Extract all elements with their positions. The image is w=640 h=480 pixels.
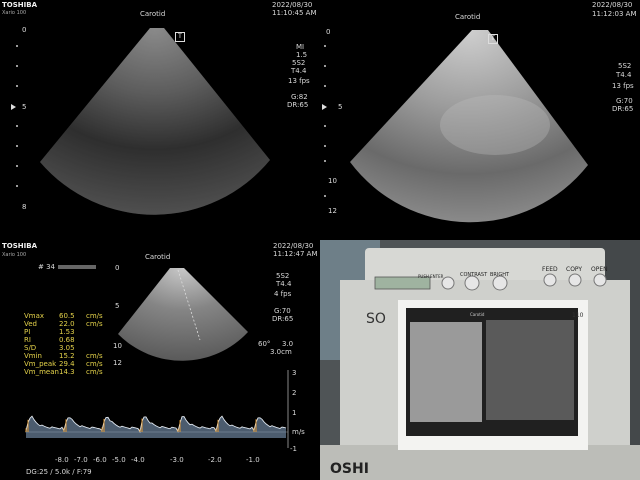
printer-brand-text: SO [366,311,386,327]
scale-label-3: 3 [292,369,297,377]
time-tick: -3.0 [170,456,184,464]
depth-label-0: 0 [115,264,120,272]
side-label: 110 [572,312,584,319]
focus-marker: T [488,34,498,44]
cine-bar [58,265,96,269]
angle-label: 60° [258,340,271,348]
date-label: 2022/08/30 [273,242,314,250]
param-0: 5S2 [618,62,632,70]
scale-unit: m/s [292,428,305,436]
model-label: Xario 100 [2,252,27,258]
param-4: DR:65 [612,105,634,113]
param-0: 5S2 [276,272,290,280]
sector-image [350,30,588,223]
param-1: T4.4 [276,280,292,288]
param-2: 13 fps [612,82,634,90]
printer-button-label: OPEN [591,266,608,273]
bottom-brand-fragment: OSHI [330,461,369,477]
param-2: 5S2 [292,59,306,67]
time-tick: -2.0 [208,456,222,464]
measurement-row: PI 1.53 [24,328,75,336]
exam-title: Carotid [455,13,481,21]
measurement-row: S/D 3.05 [24,344,75,352]
time-label: 11:10:45 AM [272,9,317,17]
model-label: Xario 100 [2,10,27,16]
brand-label: TOSHIBA [2,242,37,250]
printer-button-label: CONTRAST [460,272,488,278]
measurement-row: RI 0.68 [24,336,75,344]
param-1: T4.4 [616,71,632,79]
depth-label-10: 10 [113,342,122,350]
printer-button-label: PUSH ENTER [418,274,444,279]
printer-button-label: BRIGHT [490,272,510,278]
measurement-row: Vm_mean 14.3 cm/s [24,368,103,376]
printer-photo-panel: PUSH ENTER CONTRAST BRIGHT FEED COPY OPE… [320,240,640,480]
param-4: DR:65 [272,315,294,323]
measurement-table: Vmax 60.5 cm/s Ved 22.0 cm/s PI 1.53 RI … [24,312,114,376]
time-tick: -4.0 [131,456,145,464]
date-label: 2022/08/30 [272,1,313,9]
printer-button-label: FEED [542,266,558,273]
focus-arrow-icon [11,104,16,110]
doppler-footer: DG:25 / 5.0k / F:79 [26,468,92,476]
time-tick: -5.0 [112,456,126,464]
focus-marker: T [175,32,185,42]
time-tick: -7.0 [74,456,88,464]
date-label: 2022/08/30 [592,1,633,9]
ultrasound-panel-top-right: 2022/08/30 11:12:03 AM Carotid T 5S2 T4.… [320,0,640,238]
measurement-row: Vmin 15.2 cm/s [24,352,103,360]
depth-label-12: 12 [328,207,337,215]
scale-label-1: 1 [292,409,297,417]
depth-label-5: 5 [22,103,27,111]
measurement-row: Vmax 60.5 cm/s [24,312,103,320]
depth-label-0: 0 [326,28,331,36]
exam-title: Carotid [145,253,171,261]
gate-label: 3.0 [282,340,294,348]
param-3: T4.4 [291,67,307,75]
depth-label-5: 5 [338,103,343,111]
focus-arrow-icon [322,104,327,110]
scale-label-2: 2 [292,389,297,397]
gate-depth-label: 3.0cm [270,348,292,356]
param-0: MI [296,43,305,51]
param-5: G:82 [291,93,308,101]
time-tick: -1.0 [246,456,260,464]
depth-label-8: 8 [22,203,27,211]
ultrasound-panel-top-left: TOSHIBA Xario 100 Carotid 2022/08/30 11:… [0,0,318,238]
scale-label-neg1: -1 [290,445,297,453]
ultrasound-panel-bottom-left: TOSHIBA Xario 100 Carotid 2022/08/30 11:… [0,240,318,480]
measurement-row: Ved 22.0 cm/s [24,320,103,328]
sector-image [40,28,270,215]
exam-title: Carotid [140,10,166,18]
brand-label: TOSHIBA [2,1,37,9]
param-2: 4 fps [274,290,292,298]
param-3: G:70 [616,97,633,105]
time-label: 11:12:03 AM [592,10,637,18]
depth-label-0: 0 [22,26,27,34]
depth-label-12: 12 [113,359,122,367]
param-1: 1.5 [296,51,308,59]
depth-label-10: 10 [328,177,337,185]
measurement-row: Vm_peak 29.4 cm/s [24,360,103,368]
time-tick: -6.0 [93,456,107,464]
depth-label-5: 5 [115,302,120,310]
frame-counter: # 34 [38,263,55,271]
time-label: 11:12:47 AM [273,250,318,258]
param-6: DR:65 [287,101,309,109]
print-title: Carotid [470,312,485,317]
time-tick: -8.0 [55,456,69,464]
param-4: 13 fps [288,77,310,85]
printer-button-label: COPY [566,266,583,273]
param-3: G:70 [274,307,291,315]
